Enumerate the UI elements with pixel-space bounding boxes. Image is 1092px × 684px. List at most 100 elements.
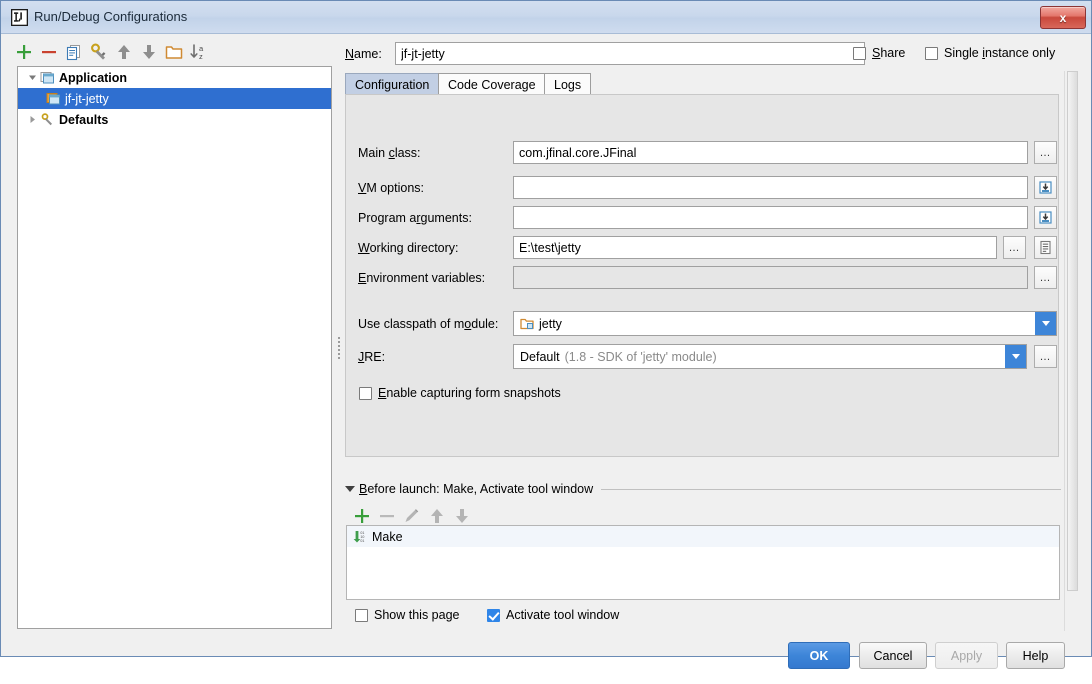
svg-text:01: 01 [360, 539, 364, 543]
jre-value-wrap: Default (1.8 - SDK of 'jetty' module) [514, 350, 1005, 364]
add-configuration-button[interactable] [13, 41, 35, 63]
enable-form-snapshots-checkbox[interactable]: Enable capturing form snapshots [359, 386, 561, 400]
macros-icon [1038, 240, 1053, 255]
working-directory-label: Working directory: [358, 241, 459, 255]
svg-text:z: z [199, 52, 203, 61]
close-button[interactable]: x [1040, 6, 1086, 29]
dialog-body: a z Application jf-jt-jetty Defaults Nam… [1, 34, 1091, 669]
environment-variables-browse-button[interactable]: … [1034, 266, 1057, 289]
share-checkbox[interactable]: Share [853, 46, 905, 60]
checkbox-box [359, 386, 372, 400]
apply-button[interactable]: Apply [935, 642, 998, 669]
run-debug-configurations-dialog: Run/Debug Configurations x a z Applicati… [0, 0, 1092, 669]
panel-splitter[interactable] [334, 70, 344, 633]
tree-node-defaults[interactable]: Defaults [18, 109, 331, 130]
jre-browse-button[interactable]: … [1034, 345, 1057, 368]
application-icon [40, 70, 55, 85]
move-down-button[interactable] [138, 41, 160, 63]
sort-configurations-button[interactable]: a z [188, 41, 210, 63]
configuration-editor-panel: Name: Share Single instance only Configu… [345, 38, 1061, 633]
ellipsis-icon: … [1039, 146, 1052, 159]
edit-defaults-button[interactable] [88, 41, 110, 63]
ok-button[interactable]: OK [788, 642, 850, 669]
create-folder-button[interactable] [163, 41, 185, 63]
vm-options-expand-button[interactable] [1034, 176, 1057, 199]
editor-scrollbar[interactable] [1064, 71, 1080, 631]
classpath-module-value-wrap: jetty [514, 317, 1035, 331]
dialog-button-bar: OK Cancel Apply Help [1, 634, 1091, 684]
main-class-browse-button[interactable]: … [1034, 141, 1057, 164]
jre-combobox[interactable]: Default (1.8 - SDK of 'jetty' module) [513, 344, 1027, 369]
cancel-button[interactable]: Cancel [859, 642, 927, 669]
add-task-button[interactable] [351, 505, 373, 527]
tab-label: Code Coverage [448, 77, 536, 92]
main-class-input[interactable] [513, 141, 1028, 164]
move-task-down-button[interactable] [451, 505, 473, 527]
help-button[interactable]: Help [1006, 642, 1065, 669]
tab-logs[interactable]: Logs [544, 73, 592, 95]
classpath-module-value: jetty [539, 316, 562, 331]
program-arguments-label: Program arguments: [358, 211, 472, 225]
checkbox-box [925, 46, 938, 60]
make-icon: 01 10 01 [352, 529, 367, 544]
tab-label: Logs [554, 77, 582, 92]
collapse-triangle-icon[interactable] [345, 486, 355, 492]
vm-options-input[interactable] [513, 176, 1028, 199]
show-this-page-label: Show this page [374, 608, 460, 622]
program-arguments-input[interactable] [513, 206, 1028, 229]
single-instance-only-checkbox[interactable]: Single instance only [925, 46, 1055, 60]
task-label: Make [372, 529, 403, 544]
run-configuration-icon [46, 91, 61, 106]
expand-editor-icon [1038, 180, 1053, 195]
apply-button-label: Apply [950, 648, 983, 663]
tree-node-application[interactable]: Application [18, 67, 331, 88]
before-launch-task-list[interactable]: 01 10 01 Make [346, 525, 1060, 600]
expand-arrow-right-icon[interactable] [24, 115, 40, 124]
remove-task-button[interactable] [376, 505, 398, 527]
main-class-label: Main class: [358, 146, 421, 160]
configurations-tree-panel: a z Application jf-jt-jetty Defaults [9, 38, 334, 633]
close-icon: x [1059, 10, 1067, 25]
configuration-tab-content: Main class: … VM options: [345, 94, 1059, 457]
edit-task-button[interactable] [401, 505, 423, 527]
environment-variables-input[interactable] [513, 266, 1028, 289]
help-button-label: Help [1022, 648, 1049, 663]
move-task-up-button[interactable] [426, 505, 448, 527]
task-row-make[interactable]: 01 10 01 Make [347, 526, 1059, 547]
tree-node-jf-jt-jetty[interactable]: jf-jt-jetty [18, 88, 331, 109]
name-row: Name: Share Single instance only [345, 42, 1061, 66]
chevron-down-icon[interactable] [1035, 312, 1056, 335]
intellij-idea-logo [11, 9, 28, 26]
move-up-button[interactable] [113, 41, 135, 63]
cancel-button-label: Cancel [873, 648, 913, 663]
chevron-down-icon[interactable] [1005, 345, 1026, 368]
remove-configuration-button[interactable] [38, 41, 60, 63]
environment-variables-label: Environment variables: [358, 271, 486, 285]
splitter-grip-icon [337, 335, 341, 369]
header-divider [601, 488, 1061, 490]
working-directory-browse-button[interactable]: … [1003, 236, 1026, 259]
ellipsis-icon: … [1008, 241, 1021, 254]
jre-hint: (1.8 - SDK of 'jetty' module) [564, 349, 717, 364]
show-this-page-checkbox[interactable]: Show this page [355, 608, 459, 622]
working-directory-input[interactable] [513, 236, 997, 259]
ellipsis-icon: … [1039, 350, 1052, 363]
copy-configuration-button[interactable] [63, 41, 85, 63]
before-launch-options: Show this page Activate tool window [355, 608, 1055, 630]
tab-code-coverage[interactable]: Code Coverage [438, 73, 546, 95]
classpath-module-label: Use classpath of module: [358, 317, 499, 331]
wrench-icon [40, 112, 55, 127]
tab-configuration[interactable]: Configuration [345, 73, 440, 95]
tab-label: Configuration [355, 77, 430, 92]
program-arguments-expand-button[interactable] [1034, 206, 1057, 229]
dialog-title: Run/Debug Configurations [34, 9, 188, 24]
classpath-module-combobox[interactable]: jetty [513, 311, 1057, 336]
expand-arrow-down-icon[interactable] [24, 73, 40, 82]
configurations-tree[interactable]: Application jf-jt-jetty Defaults [17, 66, 332, 629]
activate-tool-window-checkbox[interactable]: Activate tool window [487, 608, 619, 622]
working-directory-macros-button[interactable] [1034, 236, 1057, 259]
scrollbar-thumb[interactable] [1067, 71, 1078, 591]
module-icon [520, 317, 534, 331]
checkbox-box [487, 608, 500, 622]
name-input[interactable] [395, 42, 865, 65]
